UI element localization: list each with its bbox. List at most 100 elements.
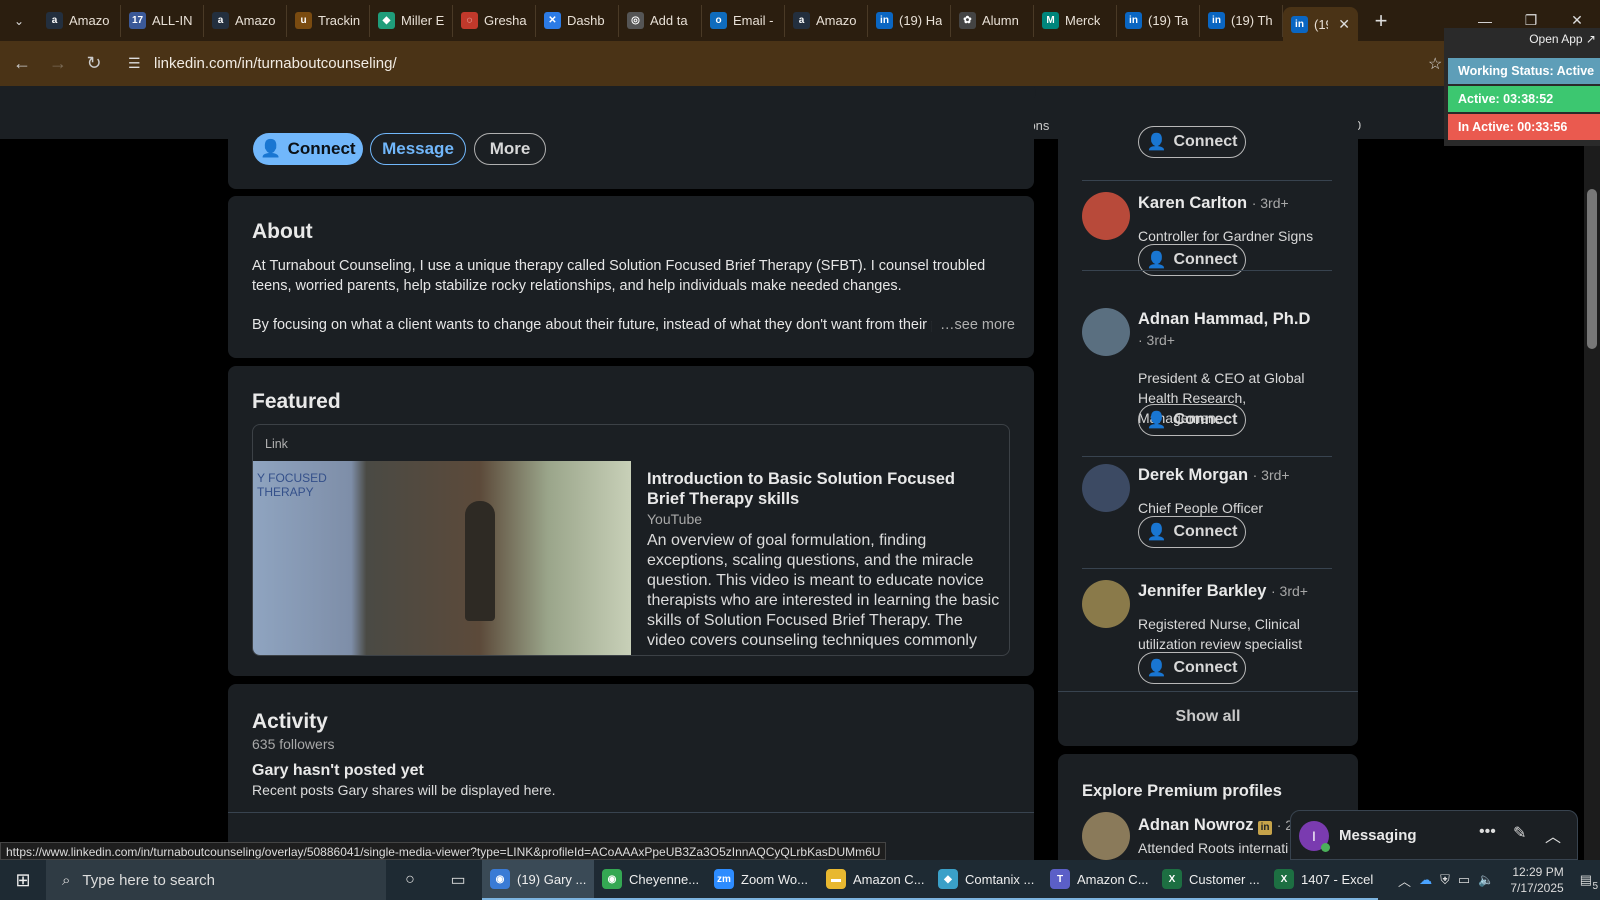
person-headline: Registered Nurse, Clinical utilization r…	[1138, 616, 1303, 652]
person-name-text: Derek Morgan	[1138, 466, 1249, 484]
person-avatar[interactable]	[1082, 580, 1130, 628]
featured-thumbnail[interactable]: Y FOCUSED THERAPY	[253, 461, 631, 655]
person-name[interactable]: Adnan Hammad, Ph.D	[1138, 310, 1310, 329]
taskbar-app[interactable]: ◉ Cheyenne...	[594, 860, 706, 900]
explore-avatar[interactable]	[1082, 812, 1130, 860]
browser-tab[interactable]: ◌ Gresha	[453, 4, 536, 37]
messaging-overlay[interactable]: I Messaging ••• ✎ ︿	[1290, 810, 1578, 860]
connection-degree: · 3rd+	[1271, 583, 1308, 599]
taskbar-app[interactable]: X 1407 - Excel	[1266, 860, 1378, 900]
person-avatar[interactable]	[1082, 464, 1130, 512]
notification-center-icon[interactable]: ▤ 5	[1580, 872, 1598, 892]
network-icon[interactable]: ▭	[1458, 872, 1470, 888]
connect-label: Connect	[287, 139, 356, 158]
time-tracker-widget: Open App ↗ Working Status: Active Active…	[1444, 28, 1600, 146]
show-all-divider	[1058, 691, 1358, 692]
forward-button[interactable]: →	[40, 46, 76, 82]
browser-tab[interactable]: ◎ Add ta	[619, 4, 702, 37]
volume-icon[interactable]: 🔈	[1478, 872, 1494, 888]
back-button[interactable]: ←	[4, 46, 40, 82]
reload-button[interactable]: ↻	[76, 46, 112, 82]
working-status: Working Status: Active	[1448, 58, 1600, 84]
connect-label: Connect	[1173, 523, 1238, 540]
browser-tab[interactable]: a Amazo	[785, 4, 868, 37]
taskbar-search[interactable]: ⌕ Type here to search	[46, 860, 386, 900]
linkedin-icon: in	[1125, 12, 1142, 29]
browser-tab[interactable]: in (19) Ta	[1117, 4, 1200, 37]
show-all-link[interactable]: Show all	[1058, 708, 1358, 726]
connect-button-top[interactable]: 👤 Connect	[1138, 126, 1246, 158]
see-more-link[interactable]: …see more	[940, 315, 1015, 335]
compose-icon[interactable]: ✎	[1513, 823, 1526, 843]
inactive-time: In Active: 00:33:56	[1448, 114, 1600, 140]
open-app-link[interactable]: Open App ↗	[1529, 32, 1596, 46]
person-name-text: Jennifer Barkley	[1138, 582, 1267, 600]
clock[interactable]: 12:29 PM 7/17/2025	[1510, 864, 1563, 896]
active-time: Active: 03:38:52	[1448, 86, 1600, 112]
person-avatar[interactable]	[1082, 308, 1130, 356]
connect-label: Connect	[1173, 133, 1238, 150]
taskbar-app[interactable]: ◉ (19) Gary ...	[482, 860, 594, 900]
scrollbar-thumb[interactable]	[1587, 189, 1597, 349]
featured-item-title: Introduction to Basic Solution Focused B…	[647, 470, 955, 508]
browser-tab[interactable]: M Merck	[1034, 4, 1117, 37]
browser-tab[interactable]: in (19) Th	[1200, 4, 1283, 37]
explore-person-name[interactable]: Adnan Nowroz in · 2n	[1138, 816, 1301, 835]
bookmark-star-icon[interactable]: ☆	[1428, 54, 1442, 74]
person-name[interactable]: Derek Morgan · 3rd+	[1138, 466, 1290, 485]
url-field[interactable]: ☰ linkedin.com/in/turnaboutcounseling/	[120, 46, 1440, 80]
clock-date: 7/17/2025	[1510, 881, 1564, 895]
taskbar-app[interactable]: ▬ Amazon C...	[818, 860, 930, 900]
security-icon[interactable]: ⛨	[1440, 872, 1450, 888]
browser-tab[interactable]: a Amazo	[204, 4, 287, 37]
messaging-label: Messaging	[1339, 827, 1417, 844]
person-name[interactable]: Karen Carlton · 3rd+	[1138, 194, 1289, 213]
linkedin-page: in ⌕ ⌂Home👥4My Network💼Jobs💬Messaging🔔15…	[0, 86, 1600, 860]
page-scrollbar[interactable]	[1584, 139, 1600, 860]
browser-tab[interactable]: in (19) Ha	[868, 4, 951, 37]
task-view-icon[interactable]: ▭	[434, 860, 482, 900]
taskbar-app[interactable]: X Customer ...	[1154, 860, 1266, 900]
browser-tab[interactable]: u Trackin	[287, 4, 370, 37]
cortana-icon[interactable]: ○	[386, 860, 434, 900]
browser-tab[interactable]: ✕ Dashb	[536, 4, 619, 37]
connect-label: Connect	[1173, 251, 1238, 268]
person-name[interactable]: Jennifer Barkley · 3rd+	[1138, 582, 1308, 601]
person-avatar[interactable]	[1082, 192, 1130, 240]
browser-tab[interactable]: ✿ Alumn	[951, 4, 1034, 37]
no-posts-title: Gary hasn't posted yet	[252, 762, 424, 779]
taskbar-app[interactable]: T Amazon C...	[1042, 860, 1154, 900]
taskbar-app-label: Zoom Wo...	[741, 871, 808, 887]
message-button[interactable]: Message	[370, 133, 466, 165]
chevron-up-icon[interactable]: ︿	[1398, 871, 1411, 890]
cross-icon: ✕	[544, 12, 561, 29]
browser-tab[interactable]: a Amazo	[38, 4, 121, 37]
more-button[interactable]: More	[474, 133, 546, 165]
connect-button[interactable]: 👤 Connect	[1138, 244, 1246, 276]
browser-tab[interactable]: o Email -	[702, 4, 785, 37]
connect-button[interactable]: 👤 Connect	[1138, 404, 1246, 436]
connect-button[interactable]: 👤 Connect	[1138, 516, 1246, 548]
featured-item[interactable]: Link Y FOCUSED THERAPY Introduction to B…	[252, 424, 1010, 656]
new-tab-button[interactable]: +	[1364, 8, 1398, 34]
site-info-icon[interactable]: ☰	[128, 55, 144, 71]
taskbar-app[interactable]: ◆ Comtanix ...	[930, 860, 1042, 900]
tab-title: (19	[1314, 16, 1328, 32]
teams-icon: T	[1050, 869, 1070, 889]
close-tab-icon[interactable]: ✕	[1338, 16, 1350, 33]
connect-button[interactable]: 👤 Connect	[1138, 652, 1246, 684]
browser-tab[interactable]: ◆ Miller E	[370, 4, 453, 37]
connect-button[interactable]: 👤 Connect	[253, 133, 363, 165]
about-card: About At Turnabout Counseling, I use a u…	[228, 196, 1034, 358]
taskbar-app[interactable]: zm Zoom Wo...	[706, 860, 818, 900]
linkedin-icon: in	[1291, 15, 1308, 33]
tab-search-menu-icon[interactable]: ⌄	[0, 0, 38, 41]
browser-tab-active[interactable]: in (19 ✕	[1283, 7, 1358, 41]
address-bar: ← → ↻ ☰ linkedin.com/in/turnaboutcounsel…	[0, 41, 1600, 86]
followers-count[interactable]: 635 followers	[252, 736, 335, 752]
more-options-icon[interactable]: •••	[1479, 823, 1496, 841]
browser-tab[interactable]: 17 ALL-IN	[121, 4, 204, 37]
onedrive-icon[interactable]: ☁	[1419, 872, 1432, 888]
windows-start-icon[interactable]: ⊞	[0, 860, 46, 900]
chevron-up-icon[interactable]: ︿	[1545, 823, 1561, 847]
